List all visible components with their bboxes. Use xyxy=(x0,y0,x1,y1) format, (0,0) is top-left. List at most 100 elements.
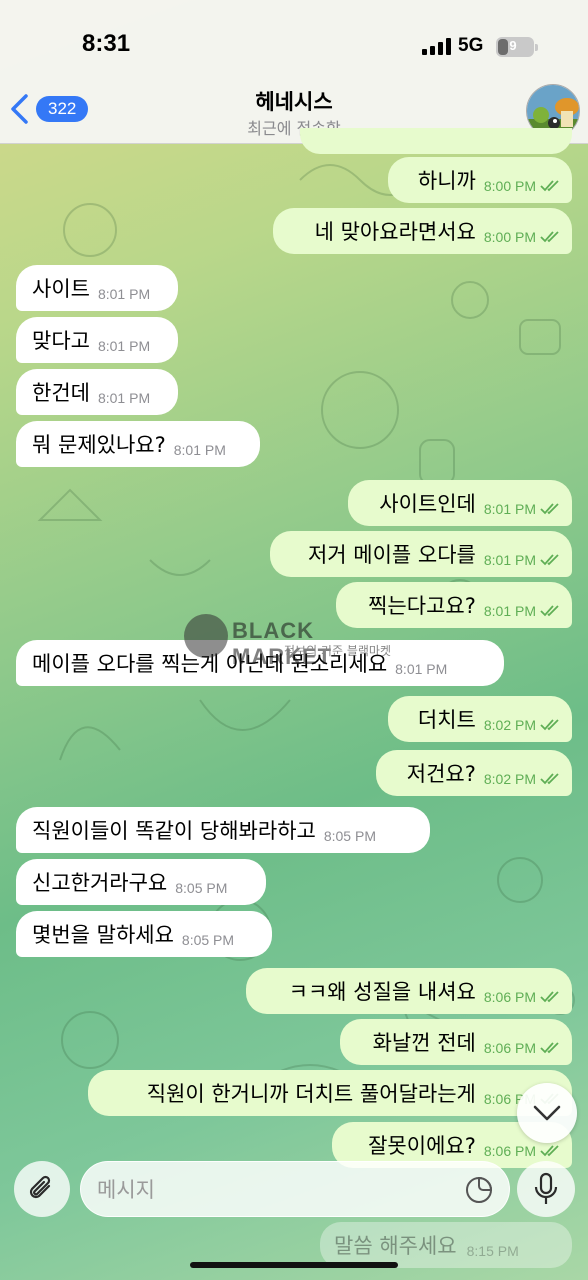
outgoing-message[interactable]: ㅋㅋ왜 성질을 내셔요 8:06 PM xyxy=(246,968,572,1014)
message-meta: 8:02 PM xyxy=(484,771,560,787)
double-check-icon xyxy=(540,719,559,731)
incoming-message[interactable]: 직원이들이 똑같이 당해봐라하고 8:05 PM xyxy=(16,807,430,853)
message-input-field[interactable] xyxy=(80,1161,510,1217)
message-time: 8:01 PM xyxy=(483,603,536,619)
microphone-icon xyxy=(534,1172,558,1204)
message-time: 8:00 PM xyxy=(483,178,536,194)
watermark-subtext: 정보의 기준 블랙마켓 xyxy=(284,644,391,658)
message-meta: 8:01 PM xyxy=(174,442,226,458)
watermark: BLACK MARKET 정보의 기준 블랙마켓 xyxy=(184,612,414,669)
message-text: 저건요? xyxy=(406,762,476,786)
double-check-icon xyxy=(540,503,559,515)
message-text: 사이트인데 xyxy=(379,492,476,516)
back-chevron-icon xyxy=(11,94,28,124)
message-meta: 8:06 PM xyxy=(484,1143,560,1159)
outgoing-message[interactable]: 화날껀 전데 8:06 PM xyxy=(340,1019,572,1065)
network-type: 5G xyxy=(458,35,484,56)
double-check-icon xyxy=(540,605,559,617)
battery-icon: 9 xyxy=(496,37,538,57)
message-time: 8:05 PM xyxy=(181,932,235,948)
message-time: 8:01 PM xyxy=(483,501,536,517)
message-time: 8:06 PM xyxy=(483,1143,536,1159)
battery-level: 9 xyxy=(509,38,517,53)
scroll-down-button[interactable] xyxy=(517,1083,577,1143)
message-time: 8:06 PM xyxy=(483,1040,536,1056)
message-text: 사이트 xyxy=(32,277,90,301)
microphone-button[interactable] xyxy=(517,1161,575,1217)
message-meta: 8:00 PM xyxy=(484,229,560,245)
incoming-message[interactable]: 맞다고 8:01 PM xyxy=(16,317,178,363)
message-time: 8:00 PM xyxy=(483,229,536,245)
message-text: 화날껀 전데 xyxy=(372,1031,476,1055)
message-meta: 8:01 PM xyxy=(484,501,560,517)
message-meta: 8:06 PM xyxy=(484,989,560,1005)
home-indicator xyxy=(190,1262,398,1268)
outgoing-message[interactable]: 하니까 8:00 PM xyxy=(388,157,572,203)
double-check-icon xyxy=(540,180,559,192)
outgoing-message[interactable]: 더치트 8:02 PM xyxy=(388,696,572,742)
message-text: 뭐 문제있나요? xyxy=(32,433,166,457)
double-check-icon xyxy=(540,1042,559,1054)
message-text: 하니까 xyxy=(417,169,476,193)
message-text: 맞다고 xyxy=(32,329,90,353)
message-time: 8:02 PM xyxy=(483,717,536,733)
message-time: 8:01 PM xyxy=(97,286,151,302)
back-button[interactable]: 322 xyxy=(8,92,89,126)
message-meta: 8:05 PM xyxy=(324,828,376,844)
message-meta: 8:01 PM xyxy=(98,338,150,354)
message-text: 저거 메이플 오다를 xyxy=(307,543,476,567)
message-meta: 8:01 PM xyxy=(484,603,560,619)
message-text: 잘못이에요? xyxy=(368,1134,476,1158)
message-time: 8:02 PM xyxy=(483,771,536,787)
message-text: 말씀 해주세요 xyxy=(334,1234,457,1258)
message-meta: 8:01 PM xyxy=(98,390,150,406)
message-time: 8:05 PM xyxy=(323,828,376,844)
message-meta: 8:01 PM xyxy=(98,286,150,302)
status-bar: 8:31 5G 9 xyxy=(0,0,588,80)
sticker-icon[interactable] xyxy=(463,1174,495,1206)
watermark-logo xyxy=(184,614,228,658)
message-time: 8:15 PM xyxy=(466,1243,519,1259)
message-meta: 8:01 PM xyxy=(484,552,560,568)
message-text: 네 맞아요라면서요 xyxy=(314,220,476,244)
unread-count-badge: 322 xyxy=(36,96,89,122)
message-meta: 8:00 PM xyxy=(484,178,560,194)
message-time: 8:06 PM xyxy=(483,989,536,1005)
clock: 8:31 xyxy=(82,30,131,57)
double-check-icon xyxy=(540,773,559,785)
chevron-down-icon xyxy=(533,1105,561,1121)
message-time: 8:01 PM xyxy=(483,552,536,568)
outgoing-message[interactable]: 저거 메이플 오다를 8:01 PM xyxy=(270,531,572,577)
message-text: 더치트 xyxy=(417,708,476,732)
message-text: 몇번을 말하세요 xyxy=(32,923,174,947)
incoming-message[interactable]: 한건데 8:01 PM xyxy=(16,369,178,415)
attach-button[interactable] xyxy=(14,1161,70,1217)
message-time: 8:01 PM xyxy=(173,442,226,458)
message-time: 8:05 PM xyxy=(175,880,228,896)
outgoing-message[interactable]: 저건요? 8:02 PM xyxy=(376,750,572,796)
outgoing-message[interactable]: 직원이 한거니까 더치트 풀어달라는게 8:06 PM xyxy=(88,1070,572,1116)
message-time: 8:01 PM xyxy=(97,390,151,406)
message-text: ㅋㅋ왜 성질을 내셔요 xyxy=(288,980,476,1004)
message-bubble-partial xyxy=(300,128,572,154)
message-text: 직원이 한거니까 더치트 풀어달라는게 xyxy=(146,1082,476,1106)
double-check-icon xyxy=(540,1145,559,1157)
outgoing-message[interactable]: 네 맞아요라면서요 8:00 PM xyxy=(273,208,572,254)
double-check-icon xyxy=(540,554,559,566)
message-meta: 8:05 PM xyxy=(182,932,234,948)
double-check-icon xyxy=(540,991,559,1003)
message-meta: 8:05 PM xyxy=(175,880,227,896)
paperclip-icon xyxy=(29,1175,51,1199)
message-text: 직원이들이 똑같이 당해봐라하고 xyxy=(32,819,316,843)
message-meta: 8:02 PM xyxy=(484,717,560,733)
signal-strength-icon xyxy=(422,38,451,55)
outgoing-message[interactable]: 사이트인데 8:01 PM xyxy=(348,480,572,526)
incoming-message[interactable]: 몇번을 말하세요 8:05 PM xyxy=(16,911,272,957)
message-time: 8:01 PM xyxy=(97,338,151,354)
message-input[interactable] xyxy=(97,1170,457,1210)
incoming-message[interactable]: 사이트 8:01 PM xyxy=(16,265,178,311)
message-meta: 8:06 PM xyxy=(484,1040,560,1056)
incoming-message[interactable]: 뭐 문제있나요? 8:01 PM xyxy=(16,421,260,467)
incoming-message[interactable]: 신고한거라구요 8:05 PM xyxy=(16,859,266,905)
message-text: 한건데 xyxy=(32,381,90,405)
